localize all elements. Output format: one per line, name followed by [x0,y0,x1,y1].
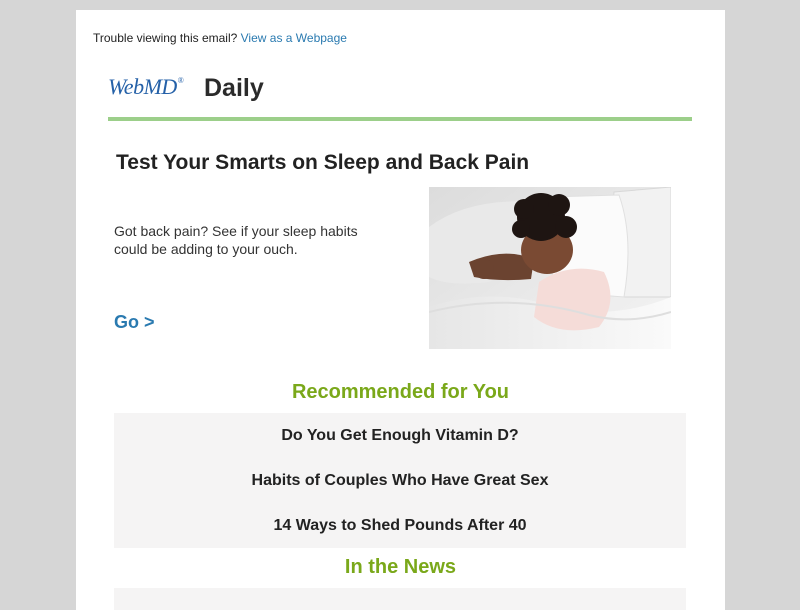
header-divider [108,117,692,121]
recommended-heading: Recommended for You [291,381,510,403]
in-the-news-heading: In the News [344,556,457,578]
logo-text: WebMD [108,74,177,99]
sleeping-woman-image [429,187,671,349]
recommended-item-vitamin-d[interactable]: Do You Get Enough Vitamin D? [114,427,686,445]
email-container: Trouble viewing this email? View as a We… [76,10,725,610]
news-list [114,588,686,610]
registered-mark: ® [177,76,184,85]
feature-teaser: Got back pain? See if your sleep habits … [114,223,358,257]
trouble-viewing-text: Trouble viewing this email? [93,31,238,45]
webmd-logo[interactable]: WebMD® [108,74,184,100]
recommended-list: Do You Get Enough Vitamin D? Habits of C… [114,413,686,548]
go-link[interactable]: Go > [114,312,155,333]
trouble-viewing-line: Trouble viewing this email? View as a We… [93,31,347,45]
recommended-item-shed-pounds[interactable]: 14 Ways to Shed Pounds After 40 [114,517,686,535]
newsletter-title: Daily [204,74,264,102]
feature-headline[interactable]: Test Your Smarts on Sleep and Back Pain [116,151,529,175]
feature-photo[interactable] [429,187,671,349]
recommended-item-couples-habits[interactable]: Habits of Couples Who Have Great Sex [114,472,686,490]
view-as-webpage-link[interactable]: View as a Webpage [241,31,347,45]
